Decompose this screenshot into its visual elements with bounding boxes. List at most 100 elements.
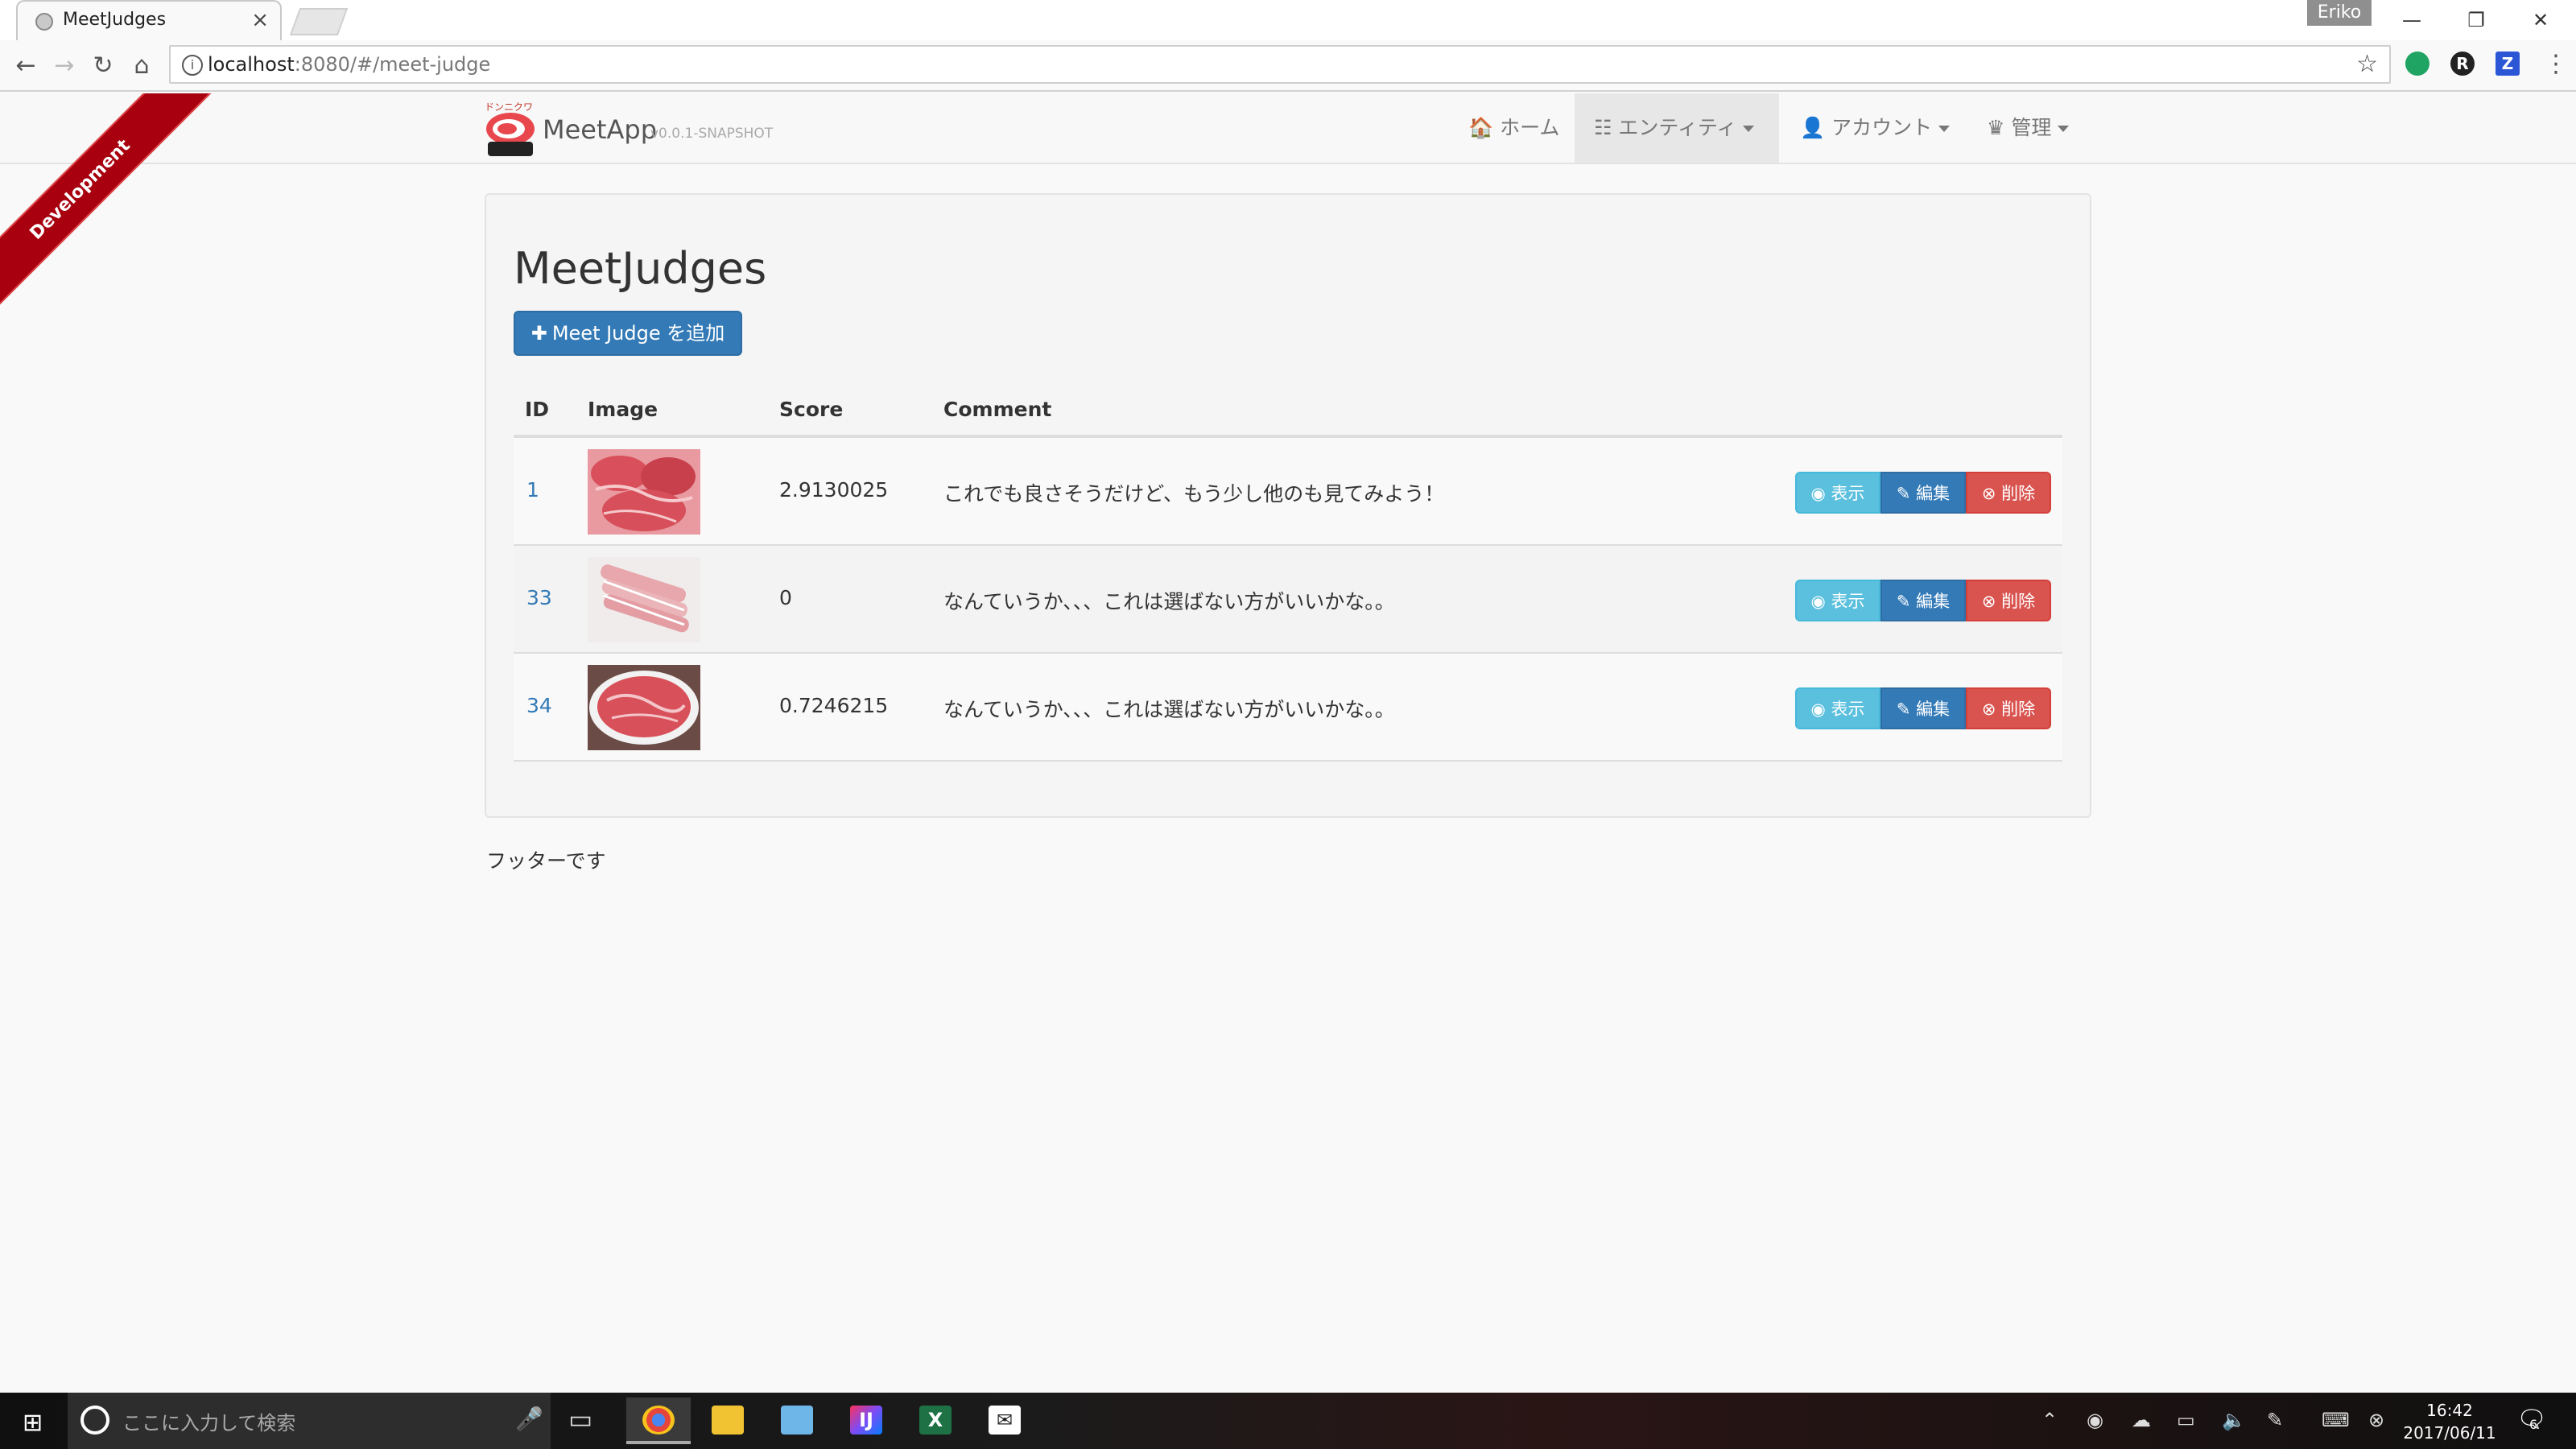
edit-button[interactable]: ✎ 編集 <box>1880 687 1966 729</box>
edit-button[interactable]: ✎ 編集 <box>1880 580 1966 621</box>
microphone-icon[interactable]: 🎤 <box>515 1406 543 1432</box>
meat-image[interactable] <box>588 665 700 750</box>
view-button[interactable]: ◉ 表示 <box>1795 580 1880 621</box>
taskbar-search[interactable]: ここに入力して検索 🎤 <box>68 1393 551 1449</box>
chrome-icon <box>642 1406 675 1435</box>
row-comment: なんていうか、、、これは選ばない方がいいかな。。 <box>943 698 1395 721</box>
table-row: 1 2.9130025 これでも良さそうだけど、もう少し他のも見てみよう！ ◉ … <box>514 438 2062 546</box>
row-score: 2.9130025 <box>779 478 889 502</box>
view-button[interactable]: ◉ 表示 <box>1795 472 1880 514</box>
row-id-link[interactable]: 34 <box>526 694 552 717</box>
pen-icon[interactable]: ✎ <box>2267 1409 2283 1431</box>
brand-title[interactable]: MeetApp <box>543 114 657 145</box>
clock-time: 16:42 <box>2426 1401 2473 1420</box>
info-icon[interactable]: i <box>182 55 203 76</box>
nav-home-label: 🏠 ホーム <box>1468 116 1560 139</box>
row-actions: ◉ 表示 ✎ 編集 ⊗ 削除 <box>1795 687 2053 729</box>
task-view-icon[interactable]: ▭ <box>568 1404 592 1435</box>
tab-close-icon[interactable]: × <box>251 8 269 32</box>
browser-toolbar: ← → ↻ ⌂ i localhost:8080/#/meet-judge ☆ <box>0 40 2576 92</box>
taskbar-app-excel[interactable]: X <box>903 1397 968 1444</box>
tray-circle-icon[interactable]: ◉ <box>2087 1409 2103 1431</box>
app-navbar: ドンニクワ MeetApp v0.0.1-SNAPSHOT 🏠 ホーム ☷ エン… <box>0 93 2576 164</box>
brand-version: v0.0.1-SNAPSHOT <box>650 126 774 142</box>
taskbar-app-explorer[interactable] <box>696 1397 760 1444</box>
volume-mute-icon[interactable]: 🔈 <box>2222 1409 2246 1431</box>
taskbar-app-photos[interactable] <box>765 1397 829 1444</box>
delete-button[interactable]: ⊗ 削除 <box>1966 687 2051 729</box>
browser-menu-icon[interactable]: ⋮ <box>2544 50 2568 78</box>
onedrive-icon[interactable]: ☁ <box>2132 1409 2151 1431</box>
windows-start-icon[interactable]: ⊞ <box>23 1409 43 1437</box>
clock-date: 2017/06/11 <box>2403 1423 2496 1443</box>
photos-icon <box>781 1406 813 1435</box>
tray-chevron-up-icon[interactable]: ⌃ <box>2041 1409 2058 1431</box>
minimize-icon[interactable]: — <box>2380 3 2444 37</box>
nav-admin-label: ♛ 管理 <box>1987 116 2052 139</box>
row-actions: ◉ 表示 ✎ 編集 ⊗ 削除 <box>1795 580 2053 621</box>
restore-icon[interactable]: ❐ <box>2444 3 2508 37</box>
new-tab-button[interactable] <box>289 8 349 35</box>
dev-ribbon-label: Development <box>0 93 217 327</box>
row-id-link[interactable]: 1 <box>526 478 539 502</box>
bookmark-star-icon[interactable]: ☆ <box>2356 50 2378 78</box>
table-row: 33 0 なんていうか、、、これは選ばない方がいいかな。。 ◉ 表示 ✎ 編集 … <box>514 546 2062 654</box>
delete-button[interactable]: ⊗ 削除 <box>1966 580 2051 621</box>
nav-admin[interactable]: ♛ 管理 <box>1967 93 2088 163</box>
mail-icon: ✉ <box>989 1406 1021 1435</box>
meat-image[interactable] <box>588 449 700 535</box>
extension-z-icon[interactable]: Z <box>2496 52 2520 76</box>
table-header: ID Image Score Comment <box>514 393 2062 438</box>
dev-ribbon: Development <box>0 93 242 335</box>
back-arrow-icon[interactable]: ← <box>10 50 42 82</box>
row-id-link[interactable]: 33 <box>526 586 552 609</box>
chevron-down-icon <box>2058 126 2070 132</box>
row-score: 0 <box>779 586 792 609</box>
meat-logo-icon[interactable] <box>485 105 536 158</box>
home-icon[interactable]: ⌂ <box>126 50 158 82</box>
ime-off-icon[interactable]: ⊗ <box>2368 1409 2384 1431</box>
forward-arrow-icon[interactable]: → <box>48 50 80 82</box>
edit-button[interactable]: ✎ 編集 <box>1880 472 1966 514</box>
taskbar-app-chrome[interactable] <box>626 1397 691 1444</box>
notification-count: 6 <box>2529 1417 2538 1432</box>
taskbar-app-mail[interactable]: ✉ <box>972 1397 1037 1444</box>
taskbar: ⊞ ここに入力して検索 🎤 ▭ IJ X ✉ ⌃ ◉ ☁ ▭ 🔈 ✎ ⌨ ⊗ 1… <box>0 1393 2576 1449</box>
meat-image[interactable] <box>588 557 700 642</box>
delete-button[interactable]: ⊗ 削除 <box>1966 472 2051 514</box>
keyboard-icon[interactable]: ⌨ <box>2322 1409 2350 1431</box>
header-image: Image <box>588 398 658 421</box>
url-text[interactable]: localhost:8080/#/meet-judge <box>208 53 490 76</box>
address-bar[interactable]: i localhost:8080/#/meet-judge ☆ <box>169 45 2391 84</box>
extension-green-icon[interactable] <box>2405 52 2429 76</box>
view-button[interactable]: ◉ 表示 <box>1795 687 1880 729</box>
chevron-down-icon <box>1743 126 1755 132</box>
chevron-down-icon <box>1938 126 1951 132</box>
cortana-icon[interactable] <box>80 1406 109 1435</box>
row-score: 0.7246215 <box>779 694 889 717</box>
taskbar-app-intellij[interactable]: IJ <box>834 1397 898 1444</box>
profile-badge[interactable]: Eriko <box>2307 0 2372 26</box>
nav-account[interactable]: 👤 アカウント <box>1781 93 1969 163</box>
footer-text: フッターです <box>486 849 606 873</box>
header-score: Score <box>779 398 844 421</box>
reload-icon[interactable]: ↻ <box>87 50 119 82</box>
add-meet-judge-button[interactable]: ✚ Meet Judge を追加 <box>514 311 742 356</box>
page-title: MeetJudges <box>514 243 767 294</box>
close-window-icon[interactable]: ✕ <box>2508 3 2573 37</box>
add-button-label: Meet Judge を追加 <box>551 322 725 345</box>
notification-center-icon[interactable]: 🗨 6 <box>2516 1406 2547 1434</box>
nav-home[interactable]: 🏠 ホーム <box>1449 93 1579 163</box>
nav-account-label: 👤 アカウント <box>1800 116 1933 139</box>
browser-tab[interactable]: MeetJudges × <box>16 0 282 40</box>
row-comment: なんていうか、、、これは選ばない方がいいかな。。 <box>943 590 1395 613</box>
taskbar-clock[interactable]: 16:42 2017/06/11 <box>2389 1399 2510 1444</box>
url-host: localhost <box>208 53 295 76</box>
nav-entities[interactable]: ☷ エンティティ <box>1575 93 1779 163</box>
battery-icon[interactable]: ▭ <box>2177 1409 2195 1431</box>
intellij-icon: IJ <box>850 1406 882 1435</box>
row-actions: ◉ 表示 ✎ 編集 ⊗ 削除 <box>1795 472 2053 514</box>
header-id: ID <box>525 398 550 421</box>
extension-r-icon[interactable]: R <box>2450 52 2475 76</box>
table-row: 34 0.7246215 なんていうか、、、これは選ばない方がいいかな。。 ◉ … <box>514 654 2062 762</box>
